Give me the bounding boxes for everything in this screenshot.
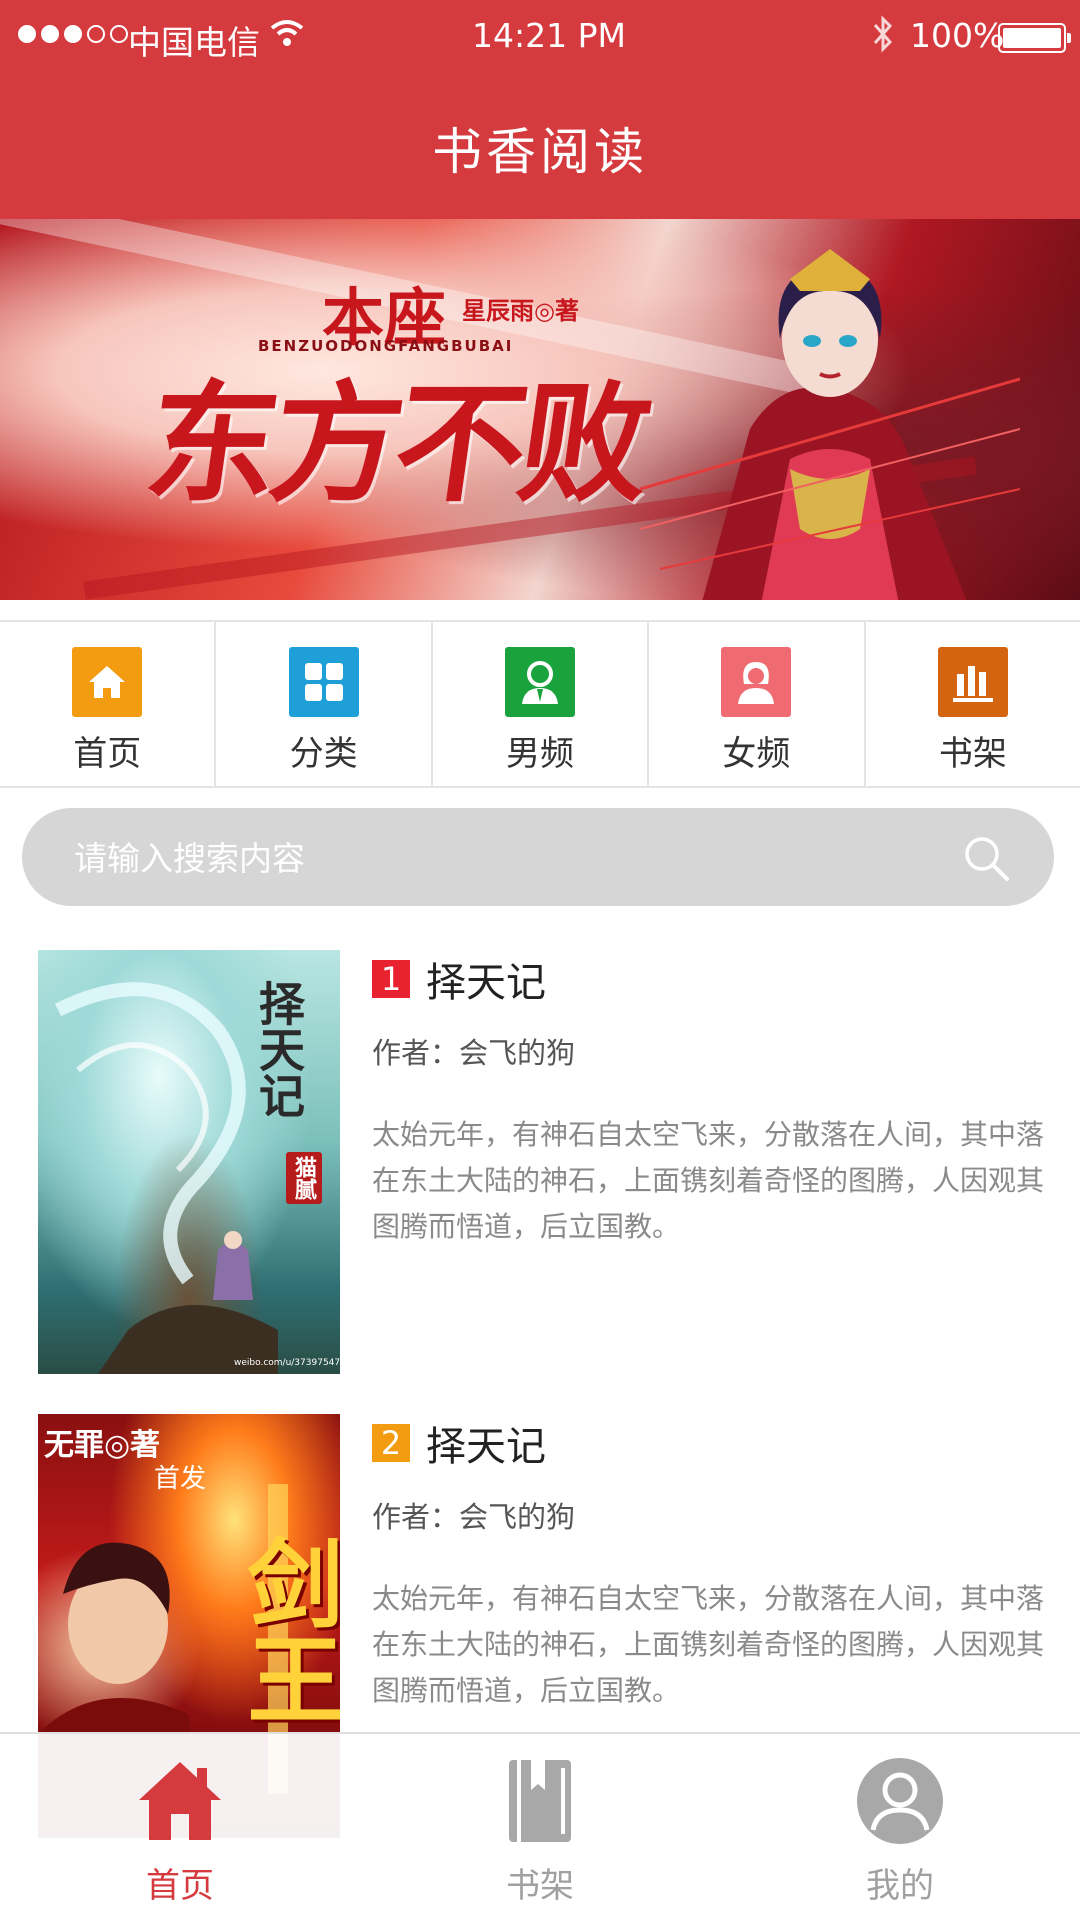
page-title: 书香阅读 <box>432 123 648 181</box>
quick-nav-bookshelf[interactable]: 书架 <box>866 622 1080 786</box>
status-bar: 中国电信 14:21 PM 100% <box>0 0 1080 75</box>
battery-icon <box>998 23 1071 53</box>
quick-nav-label: 分类 <box>289 734 358 774</box>
quick-nav-label: 女频 <box>722 734 791 774</box>
banner-character-illustration <box>640 249 1020 600</box>
tab-label: 书架 <box>506 1866 574 1906</box>
rank-badge: 1 <box>372 960 410 998</box>
banner-title-main: 东方不败 <box>137 367 656 520</box>
signal-icon <box>18 25 128 43</box>
cover-author: 猫腻 <box>286 1152 322 1204</box>
tab-profile[interactable]: 我的 <box>720 1734 1080 1922</box>
cover-title: 剑王 <box>231 1534 340 1726</box>
home-icon <box>139 1762 221 1840</box>
cover-credit: weibo.com/u/3739754765 <box>234 1358 340 1368</box>
quick-nav-label: 书架 <box>938 734 1007 774</box>
tab-label: 我的 <box>866 1866 934 1906</box>
book-list-item[interactable]: 择天记 猫腻 weibo.com/u/3739754765 1 择天记 作者：会… <box>0 950 1080 1380</box>
bluetooth-icon <box>873 15 893 53</box>
app-header: 中国电信 14:21 PM 100% 书香阅读 <box>0 0 1080 219</box>
user-icon <box>857 1758 943 1844</box>
book-description: 太始元年，有神石自太空飞来，分散落在人间，其中落在东土大陆的神石，上面镌刻着奇怪… <box>372 1582 1045 1707</box>
bottom-tab-bar: 首页 书架 我的 <box>0 1732 1080 1920</box>
male-icon <box>505 647 576 717</box>
book-title[interactable]: 择天记 <box>426 1414 546 1472</box>
book-title[interactable]: 择天记 <box>426 950 546 1008</box>
home-icon <box>72 647 143 717</box>
female-icon <box>721 647 792 717</box>
quick-nav-home[interactable]: 首页 <box>0 622 217 786</box>
rank-number: 2 <box>380 1424 402 1462</box>
wifi-icon <box>270 20 304 46</box>
tab-bookshelf[interactable]: 书架 <box>360 1734 720 1922</box>
search-input[interactable] <box>72 808 936 908</box>
book-icon <box>509 1760 571 1842</box>
cover-author: 无罪◎著 <box>44 1428 161 1463</box>
book-author: 作者：会飞的狗 <box>372 1500 576 1534</box>
banner-author: 星辰雨◎著 <box>462 297 579 325</box>
quick-nav-label: 首页 <box>73 734 142 774</box>
rank-badge: 2 <box>372 1424 410 1462</box>
carrier-name: 中国电信 <box>128 23 260 62</box>
bookshelf-icon <box>937 647 1008 717</box>
search-icon[interactable] <box>962 834 1010 882</box>
quick-nav: 首页 分类 男频 女频 书架 <box>0 620 1080 788</box>
cover-title: 择天记 <box>252 980 306 1118</box>
book-description: 太始元年，有神石自太空飞来，分散落在人间，其中落在东土大陆的神石，上面镌刻着奇怪… <box>372 1118 1045 1243</box>
quick-nav-label: 男频 <box>506 734 575 774</box>
quick-nav-female[interactable]: 女频 <box>649 622 866 786</box>
rank-number: 1 <box>380 960 402 998</box>
status-time: 14:21 PM <box>472 16 626 55</box>
quick-nav-category[interactable]: 分类 <box>216 622 433 786</box>
promo-banner[interactable]: 本座 星辰雨◎著 BENZUODONGFANGBUBAI 东方不败 <box>0 219 1080 600</box>
grid-icon <box>288 647 359 717</box>
book-cover[interactable]: 择天记 猫腻 weibo.com/u/3739754765 <box>38 950 340 1374</box>
quick-nav-male[interactable]: 男频 <box>433 622 650 786</box>
battery-percent: 100% <box>910 16 1005 55</box>
tab-home[interactable]: 首页 <box>0 1734 360 1922</box>
tab-label: 首页 <box>146 1866 214 1906</box>
book-author: 作者：会飞的狗 <box>372 1036 576 1070</box>
search-bar <box>22 808 1054 908</box>
cover-badge: 首发 <box>154 1464 207 1494</box>
